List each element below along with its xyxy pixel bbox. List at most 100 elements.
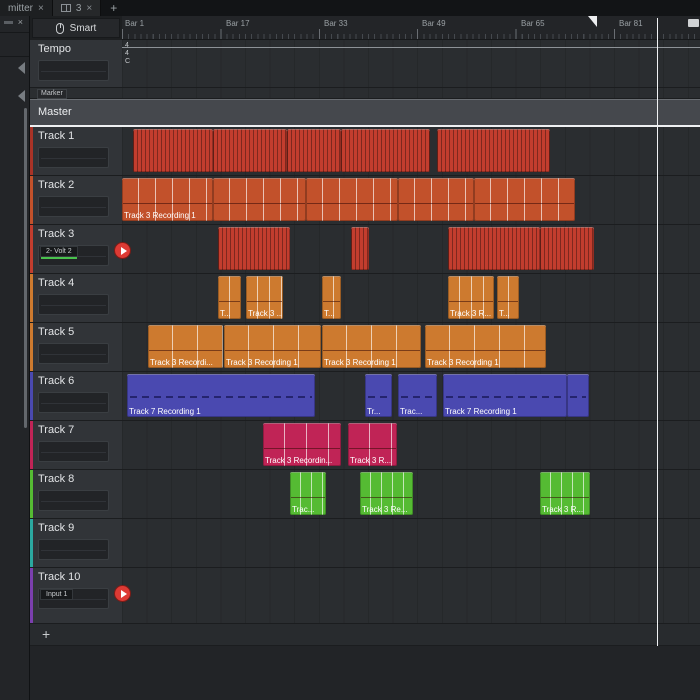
track-lane-track-2[interactable]: Track 3 Recording 1 [122, 176, 700, 224]
audio-clip[interactable]: Track 7 Recording 1 [443, 374, 567, 417]
audio-clip[interactable] [437, 129, 550, 172]
audio-clip[interactable] [133, 129, 213, 172]
audio-clip[interactable]: Track 3 Recordi... [148, 325, 223, 368]
input-device-badge[interactable]: Input 1 [40, 589, 73, 600]
audio-clip[interactable] [567, 374, 589, 417]
track-lane-track-5[interactable]: Track 3 Recordi...Track 3 Recording 1Tra… [122, 323, 700, 371]
audio-clip[interactable] [540, 227, 594, 270]
track-header-track-1[interactable]: Track 1 [30, 127, 122, 175]
track-controls-box[interactable] [38, 147, 109, 168]
track-lane-track-9[interactable] [122, 519, 700, 567]
playhead-marker[interactable] [588, 16, 597, 27]
marker-lane[interactable] [122, 88, 700, 98]
track-header-track-2[interactable]: Track 2 [30, 176, 122, 224]
collapse-chevron-icon[interactable] [18, 90, 25, 102]
track-controls-box[interactable] [38, 343, 109, 364]
track-controls-box[interactable] [38, 294, 109, 315]
track-name[interactable]: Track 4 [38, 277, 74, 289]
tab-edit-2[interactable]: 3 × [53, 0, 101, 16]
audio-clip[interactable]: Track 3 Recording 1 [122, 178, 213, 221]
track-name[interactable]: Track 3 [38, 228, 74, 240]
audio-clip[interactable] [213, 178, 306, 221]
audio-clip[interactable]: T... [218, 276, 241, 319]
vertical-scrollbar[interactable] [24, 108, 27, 428]
track-header-track-6[interactable]: Track 6 [30, 372, 122, 420]
audio-clip[interactable]: Track 3 R... [348, 423, 397, 466]
audio-clip[interactable] [218, 227, 290, 270]
timeline-end-marker[interactable] [688, 19, 699, 27]
tempo-lane[interactable]: 4 4 C [122, 40, 700, 87]
panel-close-icon[interactable]: × [18, 17, 23, 27]
track-header-track-9[interactable]: Track 9 [30, 519, 122, 567]
track-name[interactable]: Track 8 [38, 473, 74, 485]
track-name[interactable]: Track 7 [38, 424, 74, 436]
clip-label: T... [324, 309, 335, 318]
master-track-row[interactable]: Master [30, 99, 700, 127]
record-arm-button[interactable] [114, 242, 131, 259]
track-header-track-10[interactable]: Track 10 Input 1 [30, 568, 122, 623]
track-header-track-5[interactable]: Track 5 [30, 323, 122, 371]
close-icon[interactable]: × [38, 3, 44, 14]
audio-clip[interactable]: T... [497, 276, 519, 319]
track-name[interactable]: Track 9 [38, 522, 74, 534]
timeline-ruler[interactable]: Bar 1Bar 17Bar 33Bar 49Bar 65Bar 81 [122, 16, 700, 40]
track-name[interactable]: Track 6 [38, 375, 74, 387]
track-controls-box[interactable] [38, 441, 109, 462]
collapse-chevron-icon[interactable] [18, 62, 25, 74]
track-lane-track-7[interactable]: Track 3 Recordin...Track 3 R... [122, 421, 700, 469]
track-lane-track-8[interactable]: Trac... Track 3 Re... Track 3 R... [122, 470, 700, 518]
audio-clip[interactable] [351, 227, 369, 270]
audio-clip[interactable]: Track 3 Recording 1 [322, 325, 421, 368]
track-controls-box[interactable] [38, 490, 109, 511]
playhead-line[interactable] [657, 18, 658, 646]
audio-clip[interactable] [474, 178, 575, 221]
track-lane-track-4[interactable]: T...Track 3 ...T...Track 3 R...T... [122, 274, 700, 322]
audio-clip[interactable]: Track 3 Re... [360, 472, 413, 515]
track-lane-track-1[interactable] [122, 127, 700, 175]
audio-clip[interactable]: Trac... [398, 374, 437, 417]
track-controls-box[interactable] [38, 196, 109, 217]
new-tab-button[interactable]: + [101, 0, 126, 16]
input-device-badge[interactable]: 2- Volt 2 [40, 246, 78, 257]
marker-track-header[interactable]: Marker [30, 88, 122, 98]
track-controls-box[interactable] [38, 539, 109, 560]
track-name[interactable]: Track 10 [38, 571, 80, 583]
audio-clip[interactable]: Track 3 Recordin... [263, 423, 341, 466]
track-header-track-7[interactable]: Track 7 [30, 421, 122, 469]
track-name[interactable]: Track 1 [38, 130, 74, 142]
tempo-track-header[interactable]: Tempo [30, 40, 122, 87]
audio-clip[interactable]: Track 3 R... [540, 472, 590, 515]
track-controls-box[interactable] [38, 392, 109, 413]
add-track-button[interactable]: + [42, 626, 50, 642]
smart-tool-button[interactable]: Smart [32, 18, 120, 38]
close-icon[interactable]: × [86, 3, 92, 14]
record-arm-button[interactable] [114, 585, 131, 602]
audio-clip[interactable] [213, 129, 287, 172]
track-header-track-3[interactable]: Track 3 2- Volt 2 [30, 225, 122, 273]
tab-edit-1[interactable]: mitter × [0, 0, 53, 16]
track-lane-track-10[interactable] [122, 568, 700, 623]
audio-clip[interactable]: Track 3 R... [448, 276, 494, 319]
audio-clip[interactable]: Tr... [365, 374, 392, 417]
audio-clip[interactable]: Track 7 Recording 1 [127, 374, 315, 417]
time-signature[interactable]: 4 4 C [125, 42, 130, 66]
audio-clip[interactable]: Track 3 ... [246, 276, 283, 319]
track-header-track-8[interactable]: Track 8 [30, 470, 122, 518]
audio-clip[interactable] [448, 227, 540, 270]
audio-clip[interactable] [287, 129, 341, 172]
audio-clip[interactable]: Track 3 Recording 1 [425, 325, 546, 368]
audio-clip[interactable]: Trac... [290, 472, 326, 515]
audio-clip[interactable] [306, 178, 398, 221]
track-name[interactable]: Track 5 [38, 326, 74, 338]
audio-clip[interactable] [341, 129, 430, 172]
track-lane-track-3[interactable] [122, 225, 700, 273]
tempo-controls-box[interactable] [38, 60, 109, 81]
audio-clip[interactable]: T... [322, 276, 341, 319]
audio-clip[interactable]: Track 3 Recording 1 [224, 325, 321, 368]
tempo-curve[interactable] [122, 47, 700, 48]
tracks-container: Track 1Track 2Track 3 Recording 1Track 3… [30, 127, 700, 624]
track-lane-track-6[interactable]: Track 7 Recording 1Tr...Trac...Track 7 R… [122, 372, 700, 420]
track-name[interactable]: Track 2 [38, 179, 74, 191]
track-header-track-4[interactable]: Track 4 [30, 274, 122, 322]
audio-clip[interactable] [398, 178, 474, 221]
